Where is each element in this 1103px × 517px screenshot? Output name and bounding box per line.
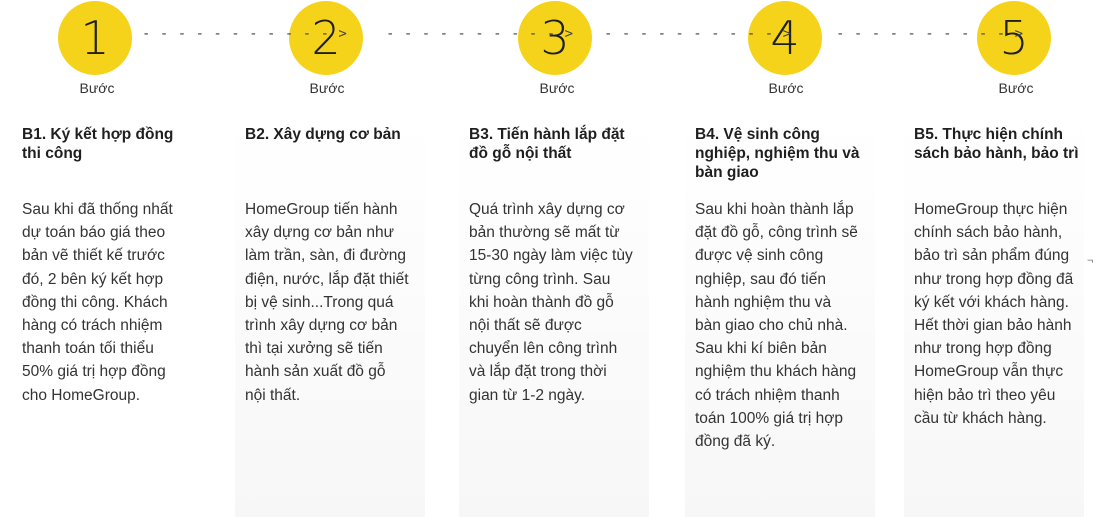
step-label: Bước [998,80,1034,96]
step-description: HomeGroup tiến hành xây dựng cơ bản như … [245,201,409,404]
dashed-arrow-connector: - - - - - - - - - - - > [142,26,348,42]
step-label: Bước [309,80,345,96]
step-1: 1 Bước B1. Ký kết hợp đồng thi công Sau … [22,0,242,517]
step-4: 4 Bước B4. Vệ sinh công nghiệp, nghiệm t… [685,0,915,517]
step-description: Quá trình xây dựng cơ bản thường sẽ mất … [469,201,633,404]
dashed-arrow-connector: - - - - - - - - - - > [604,26,792,42]
step-title: B1. Ký kết hợp đồng thi công [22,126,174,162]
step-number-circle: 1 [58,1,132,75]
step-label: Bước [539,80,575,96]
step-title: B3. Tiến hành lắp đặt đồ gỗ nội thất [469,126,625,162]
step-5: 5 Bước B5. Thực hiện chính sách bảo hành… [904,0,1099,517]
step-description: Sau khi đã thống nhất dự toán báo giá th… [22,201,173,404]
step-title: B2. Xây dựng cơ bản [245,126,401,143]
step-title: B4. Vệ sinh công nghiệp, nghiệm thu và b… [695,126,860,181]
corner-mark: ¬ [1087,255,1094,267]
dashed-arrow-connector: - - - - - - - - - - > [386,26,574,42]
step-title: B5. Thực hiện chính sách bảo hành, bảo t… [914,126,1079,162]
step-label: Bước [79,80,115,96]
step-label: Bước [768,80,804,96]
step-description: Sau khi hoàn thành lắp đặt đồ gỗ, công t… [695,201,858,451]
dashed-arrow-connector: - - - - - - - - - - > [836,26,1024,42]
step-3: 3 Bước B3. Tiến hành lắp đặt đồ gỗ nội t… [459,0,689,517]
step-description: HomeGroup thực hiện chính sách bảo hành,… [914,201,1074,427]
step-2: 2 Bước B2. Xây dựng cơ bản HomeGroup tiế… [235,0,465,517]
